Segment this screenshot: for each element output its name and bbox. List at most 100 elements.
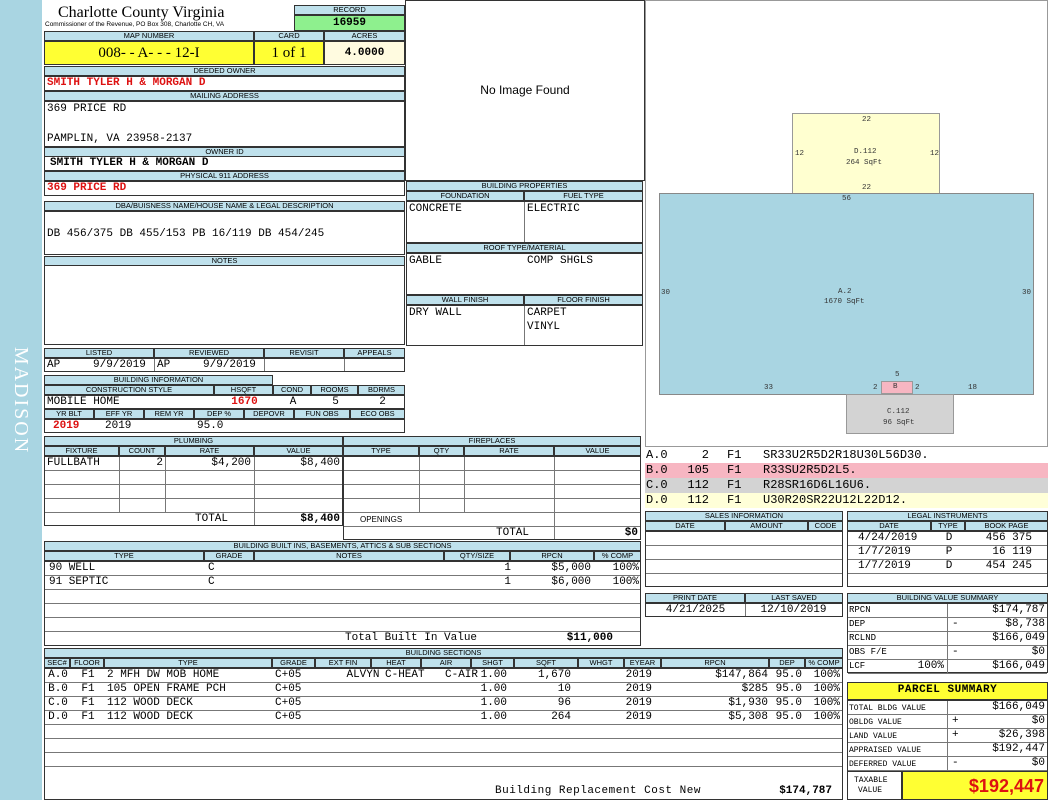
parcel-row: LAND VALUE + $26,398 [848,729,1047,743]
parcel-row: DEFERRED VALUE - $0 [848,757,1047,771]
section-cell: 264 [551,711,571,723]
rooms-label: ROOMS [311,385,358,395]
built-in-rpcn: $6,000 [551,576,591,588]
building-value-summary: RPCN $174,787 DEP - $8,738 RCLND $166,049 OBS F… [847,603,1048,674]
built-in-qty: 1 [504,562,511,574]
building-sections-label: BUILDING SECTIONS [44,648,843,658]
building-sketch: D.112 264 SqFt 22 22 12 12 A.2 1670 SqFt… [645,0,1048,447]
parcel-value: $0 [1031,715,1045,727]
building-value-summary-label: BUILDING VALUE SUMMARY [847,593,1048,603]
section-cell: B.0 [48,683,68,695]
sketch-d-right: 12 [930,150,940,158]
section-cell: 2019 [625,683,652,695]
record-label: RECORD [294,5,405,15]
yr-blt-value: 2019 [53,420,80,432]
foundation-value: CONCRETE [409,203,462,215]
last-saved-label: LAST SAVED [745,593,843,603]
wall-finish-value: DRY WALL [409,307,462,319]
sketch-d-area: 264 SqFt [846,159,883,167]
district-label: MADISON [10,346,33,454]
acres-label: ACRES [324,31,405,41]
bvs-key: RPCN [849,605,871,615]
parcel-key: OBLDG VALUE [849,718,902,727]
built-ins-label: BUILDING BUILT INS, BASEMENTS, ATTICS & … [44,541,641,551]
sketch-d-top: 22 [862,116,872,124]
legal-book: 456 375 [985,532,1032,544]
taxable-value-box: $192,447 [902,771,1048,800]
fuel-type-label: FUEL TYPE [524,191,643,201]
vector-code: 112 [687,493,709,507]
roof-box: GABLE COMP SHGLS [406,253,643,295]
section-cell: 2019 [625,711,652,723]
print-row: 4/21/2025 12/10/2019 [645,603,843,617]
finish-box: DRY WALL CARPET VINYL [406,305,643,346]
mailing-line2: PAMPLIN, VA 23958-2137 [47,133,193,145]
built-in-type: 90 WELL [49,562,96,574]
building-properties-label: BUILDING PROPERTIES [406,181,643,191]
section-cell: D.0 [48,711,68,723]
legal-date-label: DATE [847,521,931,531]
sections-comp-label: % COMP [805,658,843,668]
dep-pct-label: DEP % [194,409,244,419]
foundation-box: CONCRETE ELECTRIC [406,201,643,243]
sections-ext-fin-label: EXT FIN [315,658,371,668]
foundation-label: FOUNDATION [406,191,524,201]
roof-material: COMP SHGLS [527,255,594,267]
section-cell: $5,308 [728,711,768,723]
plumbing-fixture: FULLBATH [47,457,100,469]
sales-label: SALES INFORMATION [645,511,843,521]
section-cell: C-HEAT [385,669,425,681]
parcel-key: APPRAISED VALUE [849,746,922,755]
dba-label: DBA/BUISNESS NAME/HOUSE NAME & LEGAL DES… [44,201,405,211]
sections-sec-label: SEC# [44,658,70,668]
section-cell: 112 WOOD DECK [107,697,193,709]
fireplace-type-label: TYPE [343,446,419,456]
legal-table: 4/24/2019 D 456 375 1/7/2019 P 16 119 1/7/2019… [847,531,1048,587]
mailing-line1: 369 PRICE RD [47,103,127,115]
built-in-comp: 100% [612,562,639,574]
vector-row: B.0 105 F1 R33SU2R5D2L5. [645,463,1048,478]
sketch-a-top: 56 [842,195,852,203]
section-cell: 1.00 [480,683,507,695]
legal-instruments-label: LEGAL INSTRUMENTS [847,511,1048,521]
sketch-a-left: 30 [661,289,671,297]
taxable-label-1: TAXABLE [854,776,888,785]
roof-type: GABLE [409,255,443,267]
sketch-c-area: 96 SqFt [883,419,915,427]
fuel-type-value: ELECTRIC [527,203,580,215]
bvs-key: DEP [849,619,866,629]
taxable-value: $192,447 [968,776,1044,796]
dep-pct-value: 95.0 [197,420,224,432]
sections-dep-label: DEP [769,658,805,668]
eff-yr-value: 2019 [105,420,132,432]
sections-floor-label: FLOOR [70,658,104,668]
plumbing-value: $8,400 [300,457,340,469]
section-cell: F1 [81,669,95,681]
rooms-value: 5 [332,396,339,408]
built-ins-notes-label: NOTES [254,551,444,561]
legal-book: 16 119 [992,546,1032,558]
parcel-row: OBLDG VALUE + $0 [848,715,1047,729]
section-cell: 1.00 [480,669,507,681]
sections-sqft-label: SQFT [514,658,578,668]
record-number: 16959 [332,17,366,29]
sections-table: A.0 F1 2 MFH DW MOB HOME C+05 ALVYN C-HEAT C-A… [44,668,843,800]
print-date: 4/21/2025 [665,604,726,616]
notes-box [44,265,405,345]
fireplace-value-label: VALUE [554,446,641,456]
card-label: CARD [254,31,324,41]
floor-finish-value-2: VINYL [527,321,561,333]
bvs-key: OBS F/E [849,647,887,657]
parcel-value: $192,447 [992,743,1045,755]
vector-path: SR33U2R5D2R18U30L56D30. [763,448,929,462]
parcel-row: TOTAL BLDG VALUE $166,049 [848,701,1047,715]
built-in-type: 91 SEPTIC [49,576,109,588]
physical-address: 369 PRICE RD [47,182,127,194]
plumbing-total: $8,400 [300,513,340,525]
card-number: 1 of 1 [271,45,307,61]
bvs-value: $0 [1031,646,1045,658]
parcel-summary-title: PARCEL SUMMARY [897,684,998,696]
listed-date: 9/9/2019 [93,359,146,371]
sections-rpcn-label: RPCN [661,658,769,668]
plumbing-label: PLUMBING [44,436,343,446]
